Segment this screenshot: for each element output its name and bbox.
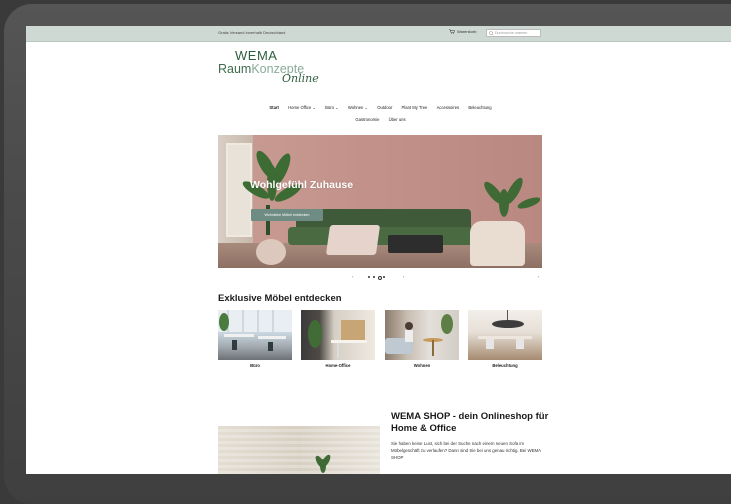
- nav-item-ueber-uns[interactable]: Über uns: [389, 114, 406, 126]
- category-grid: Büro Home-Office Wohnen Beleuchtung: [218, 310, 542, 372]
- slider-prev-button[interactable]: ‹: [352, 274, 353, 279]
- hero-stool: [256, 239, 286, 265]
- announcement-bar: Gratis Versand innerhalb Deutschland War…: [26, 26, 731, 42]
- shipping-notice: Gratis Versand innerhalb Deutschland: [218, 30, 286, 35]
- slider-controls: ‹ › ›: [218, 272, 542, 282]
- cart-icon: [449, 29, 455, 34]
- nav-item-start[interactable]: Start: [269, 102, 279, 114]
- category-card-home-office[interactable]: Home-Office: [301, 310, 375, 368]
- hero-title: Wohlgefühl Zuhause: [250, 179, 354, 191]
- cart-label: Warenkorb: [457, 29, 477, 34]
- hero-slide: Wohlgefühl Zuhause Wohnliche Möbel entde…: [218, 135, 542, 268]
- category-label-wohnen: Wohnen: [413, 363, 431, 368]
- category-image-buero: [218, 310, 292, 360]
- hero-cta-button[interactable]: Wohnliche Möbel entdecken: [251, 209, 323, 221]
- nav-item-accessoires[interactable]: Accessoires: [437, 102, 460, 114]
- category-card-beleuchtung[interactable]: Beleuchtung: [468, 310, 542, 368]
- nav-item-home-office[interactable]: Home Office ⌄: [288, 102, 316, 114]
- category-card-wohnen[interactable]: Wohnen: [385, 310, 459, 368]
- slider-dot[interactable]: [373, 276, 376, 279]
- slider-dot[interactable]: [368, 276, 371, 279]
- nav-item-plant-my-tree[interactable]: Plant My Tree: [402, 102, 428, 114]
- nav-item-gastronomie[interactable]: Gastronomie: [355, 114, 379, 126]
- nav-item-beleuchtung[interactable]: Beleuchtung: [468, 102, 491, 114]
- hero-armchair: [470, 221, 525, 266]
- about-title: WEMA SHOP - dein Onlineshop für Home & O…: [391, 411, 549, 434]
- nav-item-outdoor[interactable]: Outdoor: [377, 102, 392, 114]
- cart-link[interactable]: Warenkorb: [449, 29, 476, 34]
- plant-illustration-right: [484, 177, 540, 217]
- search-icon: [489, 31, 494, 36]
- nav-item-buero[interactable]: Büro ⌄: [325, 102, 339, 114]
- logo-wema: WEMA: [235, 48, 278, 63]
- section-title: Exklusive Möbel entdecken: [218, 293, 342, 304]
- category-image-home-office: [301, 310, 375, 360]
- hero-blanket: [325, 225, 381, 255]
- category-label-beleuchtung: Beleuchtung: [492, 363, 518, 368]
- main-navigation: Start Home Office ⌄ Büro ⌄ Wohnen ⌄ Outd…: [218, 102, 543, 126]
- slider-end-arrow[interactable]: ›: [538, 274, 539, 279]
- category-image-wohnen: [385, 310, 459, 360]
- category-label-buero: Büro: [250, 363, 260, 368]
- category-card-buero[interactable]: Büro: [218, 310, 292, 368]
- browser-screen: Gratis Versand innerhalb Deutschland War…: [26, 26, 731, 474]
- search-placeholder: Durchsuche unseren: [495, 31, 528, 35]
- category-image-beleuchtung: [468, 310, 542, 360]
- logo-online: Online: [282, 72, 319, 85]
- hero-coffee-table: [388, 235, 443, 253]
- slider-dot-active[interactable]: [378, 276, 382, 280]
- hero-sofa-seat: [288, 227, 476, 245]
- category-label-home-office: Home-Office: [325, 363, 351, 368]
- nav-item-wohnen[interactable]: Wohnen ⌄: [348, 102, 368, 114]
- about-image: [218, 426, 380, 474]
- search-input[interactable]: Durchsuche unseren: [486, 29, 541, 37]
- slider-next-button[interactable]: ›: [403, 274, 404, 279]
- slider-dot[interactable]: [383, 276, 386, 279]
- about-text: Sie haben keine Lust, sich bei der Suche…: [391, 441, 541, 461]
- site-logo[interactable]: WEMA RaumKonzepte Online: [218, 48, 338, 94]
- plant-illustration-about: [315, 454, 331, 473]
